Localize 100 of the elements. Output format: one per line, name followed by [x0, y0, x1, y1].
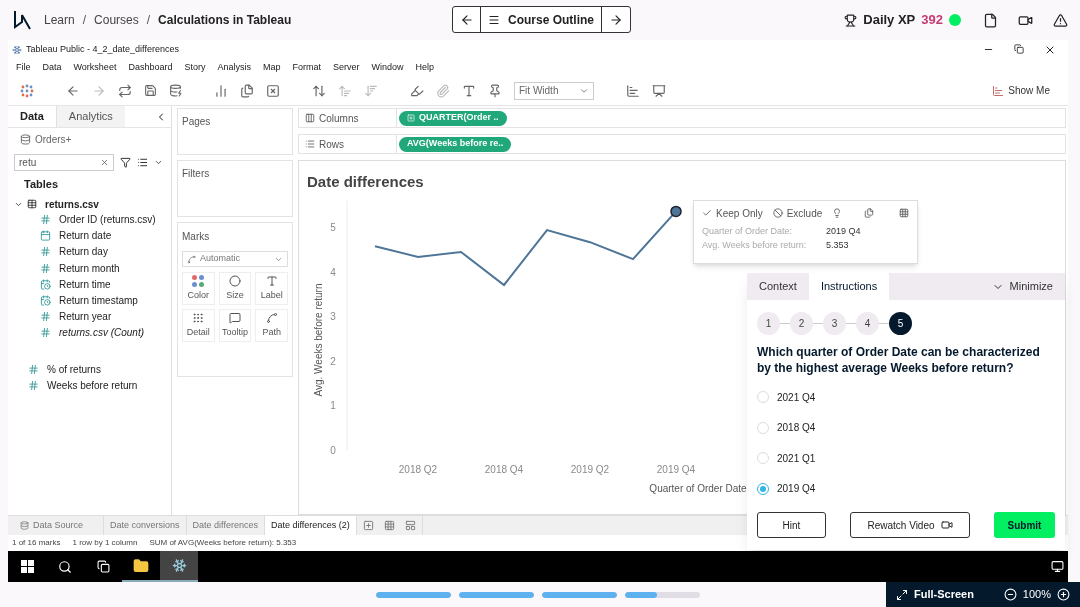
menu-item[interactable]: Format: [292, 61, 321, 75]
exclude-button[interactable]: Exclude: [772, 205, 823, 221]
calendar-icon[interactable]: [40, 230, 51, 242]
display-icon[interactable]: [1051, 560, 1064, 573]
step-button[interactable]: 3: [823, 312, 846, 335]
breadcrumb-link[interactable]: Learn: [44, 11, 75, 29]
save-icon[interactable]: [144, 84, 157, 97]
hash-icon[interactable]: [40, 214, 51, 226]
menu-item[interactable]: File: [16, 61, 31, 75]
show-me-button[interactable]: Show Me: [992, 83, 1050, 98]
field-item[interactable]: returns.csv (Count): [59, 325, 145, 341]
sheet-tab[interactable]: Date differences (2): [264, 516, 357, 535]
undo-icon[interactable]: [66, 83, 80, 98]
marks-card-button[interactable]: Size: [218, 272, 252, 305]
hint-button[interactable]: Hint: [757, 512, 826, 538]
selected-point[interactable]: [670, 205, 682, 218]
windows-start-icon[interactable]: [20, 560, 34, 573]
option-label[interactable]: 2021 Q4: [777, 389, 816, 405]
pages-shelf[interactable]: Pages: [177, 108, 293, 155]
duplicate-icon[interactable]: [240, 83, 254, 98]
view-options-icon[interactable]: [137, 157, 148, 168]
menu-item[interactable]: Worksheet: [73, 61, 117, 75]
sheet-tab[interactable]: Data Source: [8, 516, 105, 535]
tableau-logo-icon[interactable]: [20, 83, 34, 98]
panel-tab[interactable]: Instructions: [808, 273, 890, 300]
keep-only-button[interactable]: Keep Only: [702, 205, 763, 221]
close-icon[interactable]: [1044, 44, 1056, 56]
lightbulb-icon[interactable]: [832, 208, 843, 218]
highlighter-icon[interactable]: [410, 83, 424, 98]
loop-icon[interactable]: [118, 83, 132, 98]
new-sheet-icon[interactable]: [362, 520, 374, 531]
panel-tab[interactable]: Context: [747, 273, 809, 300]
field-item[interactable]: Return year: [59, 309, 112, 325]
menu-item[interactable]: Analysis: [217, 61, 251, 75]
presentation-icon[interactable]: [652, 83, 666, 98]
hash-icon[interactable]: [40, 246, 51, 258]
marks-card-button[interactable]: Path: [255, 309, 288, 342]
field-item[interactable]: Return day: [59, 244, 108, 260]
rewatch-video-button[interactable]: Rewatch Video: [850, 512, 970, 538]
document-icon[interactable]: [983, 12, 998, 28]
option-label[interactable]: 2021 Q1: [777, 450, 816, 466]
marks-card-button[interactable]: Detail: [182, 309, 215, 342]
chart-icon[interactable]: [626, 83, 640, 98]
sheet-tab[interactable]: Date differences: [186, 516, 265, 535]
clear-icon[interactable]: [266, 83, 280, 98]
mark-type-dropdown[interactable]: Automatic: [182, 251, 288, 267]
new-story-icon[interactable]: [404, 520, 416, 531]
view-data-icon[interactable]: [899, 208, 909, 218]
menu-item[interactable]: Story: [184, 61, 206, 75]
search-icon[interactable]: [58, 559, 72, 574]
marks-card-button[interactable]: Tooltip: [218, 309, 252, 342]
option-label[interactable]: 2019 Q4: [777, 481, 816, 497]
text-icon[interactable]: [462, 83, 476, 98]
pane-tab[interactable]: Analytics: [55, 106, 125, 127]
zoom-out-icon[interactable]: [1003, 588, 1017, 601]
task-view-icon[interactable]: [96, 560, 110, 573]
calendar-clock-icon[interactable]: [40, 278, 51, 290]
hash-icon[interactable]: [40, 262, 51, 274]
pin-icon[interactable]: [488, 83, 502, 98]
field-item[interactable]: Return date: [59, 228, 112, 244]
group-icon[interactable]: [864, 208, 875, 218]
warning-icon[interactable]: [1053, 12, 1068, 28]
option-label[interactable]: 2018 Q4: [777, 420, 816, 436]
minimize-button[interactable]: Minimize: [991, 273, 1053, 300]
step-button[interactable]: 5: [889, 312, 912, 335]
menu-item[interactable]: Help: [415, 61, 435, 75]
menu-item[interactable]: Window: [371, 61, 404, 75]
calendar-clock-icon[interactable]: [40, 295, 51, 307]
hash-icon[interactable]: [40, 311, 51, 323]
marks-card-button[interactable]: Label: [255, 272, 288, 305]
field-item[interactable]: Order ID (returns.csv): [59, 212, 156, 228]
new-data-source-icon[interactable]: [169, 84, 182, 97]
marks-card-button[interactable]: Color: [182, 272, 215, 305]
sheet-tab[interactable]: Date conversions: [104, 516, 187, 535]
clear-search-icon[interactable]: [100, 158, 109, 167]
logo[interactable]: [12, 9, 32, 31]
filters-shelf[interactable]: Filters: [177, 160, 293, 217]
fit-width-dropdown[interactable]: Fit Width: [514, 81, 594, 100]
field-item[interactable]: Return month: [59, 260, 120, 276]
swap-icon[interactable]: [312, 83, 326, 98]
search-field[interactable]: retu: [14, 154, 114, 171]
breadcrumb-link[interactable]: Courses: [94, 11, 139, 29]
step-button[interactable]: 1: [757, 312, 780, 335]
menu-item[interactable]: Map: [262, 61, 281, 75]
field-item[interactable]: Return time: [59, 276, 111, 292]
filter-icon[interactable]: [120, 157, 131, 168]
zoom-in-icon[interactable]: [1057, 588, 1070, 601]
menu-item[interactable]: Data: [42, 61, 62, 75]
field-item[interactable]: Weeks before return: [47, 378, 138, 394]
new-worksheet-icon[interactable]: [214, 83, 228, 98]
step-button[interactable]: 2: [790, 312, 813, 335]
menu-item[interactable]: Dashboard: [128, 61, 173, 75]
field-item[interactable]: % of returns: [47, 361, 101, 377]
full-screen-button[interactable]: Full-Screen: [896, 586, 974, 603]
caret-icon[interactable]: [154, 158, 163, 167]
menu-item[interactable]: Server: [333, 61, 360, 75]
table-name[interactable]: returns.csv: [45, 196, 99, 212]
paperclip-icon[interactable]: [436, 83, 450, 98]
hash-icon[interactable]: [40, 327, 51, 339]
field-item[interactable]: Return timestamp: [59, 293, 138, 309]
